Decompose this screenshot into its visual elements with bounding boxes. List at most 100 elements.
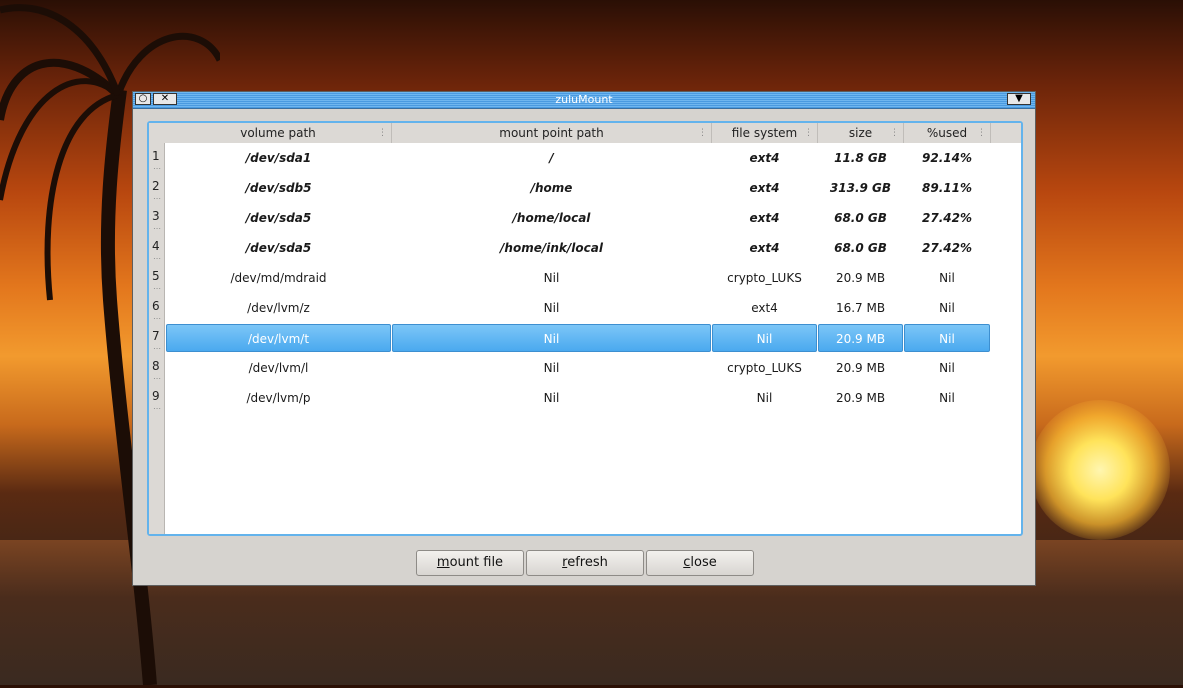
cell-volume[interactable]: /dev/lvm/p [166, 383, 391, 413]
cell-used[interactable]: 27.42% [904, 203, 990, 233]
title-bar[interactable]: zuluMount ○ ✕ ▼ [133, 92, 1035, 109]
column-header-label: size [848, 126, 873, 140]
row-resize-grip[interactable]: ⋯ [153, 344, 161, 353]
row-header[interactable]: 1 ⋯ [149, 143, 165, 173]
row-header[interactable]: 7 ⋯ [149, 323, 165, 353]
row-header[interactable]: 3 ⋯ [149, 203, 165, 233]
window-title: zuluMount [555, 93, 613, 106]
row-header[interactable]: 5 ⋯ [149, 263, 165, 293]
row-resize-grip[interactable]: ⋯ [153, 404, 161, 413]
cell-size[interactable]: 20.9 MB [818, 383, 903, 413]
row-number: 1 [152, 149, 160, 163]
row-header[interactable]: 9 ⋯ [149, 383, 165, 413]
table-corner [149, 123, 165, 143]
row-number: 8 [152, 359, 160, 373]
row-number: 5 [152, 269, 160, 283]
row-number: 3 [152, 209, 160, 223]
cell-mount[interactable]: /home/ink/local [392, 233, 711, 263]
row-resize-grip[interactable]: ⋯ [153, 194, 161, 203]
cell-used[interactable]: 27.42% [904, 233, 990, 263]
cell-size[interactable]: 11.8 GB [818, 143, 903, 173]
cell-size[interactable]: 16.7 MB [818, 293, 903, 323]
refresh-button[interactable]: refresh [526, 550, 644, 576]
row-header[interactable]: 8 ⋯ [149, 353, 165, 383]
mount-file-button[interactable]: mount file [416, 550, 524, 576]
cell-used[interactable]: 89.11% [904, 173, 990, 203]
chevron-down-icon[interactable]: ▼ [1007, 93, 1031, 105]
column-header-mount-point-path[interactable]: mount point path ⋮ [392, 123, 712, 143]
button-label: ount file [449, 555, 504, 570]
button-label: efresh [567, 555, 608, 570]
cell-volume[interactable]: /dev/lvm/t [166, 324, 391, 352]
cell-volume[interactable]: /dev/lvm/l [166, 353, 391, 383]
cell-volume[interactable]: /dev/md/mdraid [166, 263, 391, 293]
row-resize-grip[interactable]: ⋯ [153, 314, 161, 323]
row-header[interactable]: 6 ⋯ [149, 293, 165, 323]
cell-volume[interactable]: /dev/lvm/z [166, 293, 391, 323]
column-header-size[interactable]: size ⋮ [818, 123, 904, 143]
cell-volume[interactable]: /dev/sda5 [166, 233, 391, 263]
row-number: 4 [152, 239, 160, 253]
zulumount-window: zuluMount ○ ✕ ▼ volume path ⋮ mount point… [132, 91, 1036, 586]
row-resize-grip[interactable]: ⋯ [153, 284, 161, 293]
column-header-label: file system [731, 126, 798, 140]
cell-fs[interactable]: ext4 [712, 173, 817, 203]
cell-mount[interactable]: Nil [392, 263, 711, 293]
cell-fs[interactable]: Nil [712, 324, 817, 352]
row-resize-grip[interactable]: ⋯ [153, 374, 161, 383]
cell-mount[interactable]: /home [392, 173, 711, 203]
cell-mount[interactable]: Nil [392, 293, 711, 323]
column-header-label: mount point path [499, 126, 604, 140]
volumes-table[interactable]: volume path ⋮ mount point path ⋮ file syst… [147, 121, 1023, 536]
cell-size[interactable]: 20.9 MB [818, 324, 903, 352]
row-resize-grip[interactable]: ⋯ [153, 164, 161, 173]
cell-used[interactable]: Nil [904, 353, 990, 383]
row-resize-grip[interactable]: ⋯ [153, 254, 161, 263]
cell-size[interactable]: 313.9 GB [818, 173, 903, 203]
row-number: 7 [152, 329, 160, 343]
cell-used[interactable]: Nil [904, 263, 990, 293]
cell-used[interactable]: Nil [904, 324, 990, 352]
cell-used[interactable]: 92.14% [904, 143, 990, 173]
cell-mount[interactable]: Nil [392, 324, 711, 352]
column-header-file-system[interactable]: file system ⋮ [712, 123, 818, 143]
button-label: lose [690, 555, 717, 570]
cell-volume[interactable]: /dev/sdb5 [166, 173, 391, 203]
column-header-label: %used [926, 126, 968, 140]
mnemonic-letter: m [436, 555, 450, 570]
column-header-percent-used[interactable]: %used ⋮ [904, 123, 991, 143]
cell-volume[interactable]: /dev/sda1 [166, 143, 391, 173]
cell-fs[interactable]: ext4 [712, 233, 817, 263]
row-header[interactable]: 2 ⋯ [149, 173, 165, 203]
cell-fs[interactable]: crypto_LUKS [712, 353, 817, 383]
cell-mount[interactable]: Nil [392, 353, 711, 383]
cell-fs[interactable]: ext4 [712, 203, 817, 233]
row-header[interactable]: 4 ⋯ [149, 233, 165, 263]
cell-fs[interactable]: ext4 [712, 143, 817, 173]
close-icon[interactable]: ✕ [153, 93, 177, 105]
column-header-filler [991, 123, 1021, 143]
cell-fs[interactable]: ext4 [712, 293, 817, 323]
row-number: 6 [152, 299, 160, 313]
row-number: 9 [152, 389, 160, 403]
cell-used[interactable]: Nil [904, 293, 990, 323]
cell-size[interactable]: 20.9 MB [818, 263, 903, 293]
row-resize-grip[interactable]: ⋯ [153, 224, 161, 233]
column-header-label: volume path [240, 126, 316, 140]
column-header-volume-path[interactable]: volume path ⋮ [165, 123, 392, 143]
circle-icon[interactable]: ○ [135, 93, 151, 105]
cell-mount[interactable]: /home/local [392, 203, 711, 233]
cell-mount[interactable]: Nil [392, 383, 711, 413]
cell-size[interactable]: 20.9 MB [818, 353, 903, 383]
close-button[interactable]: close [646, 550, 754, 576]
cell-fs[interactable]: crypto_LUKS [712, 263, 817, 293]
cell-size[interactable]: 68.0 GB [818, 203, 903, 233]
cell-fs[interactable]: Nil [712, 383, 817, 413]
cell-size[interactable]: 68.0 GB [818, 233, 903, 263]
cell-used[interactable]: Nil [904, 383, 990, 413]
cell-volume[interactable]: /dev/sda5 [166, 203, 391, 233]
row-header-filler [149, 413, 165, 534]
row-number: 2 [152, 179, 160, 193]
cell-mount[interactable]: / [392, 143, 711, 173]
wallpaper-sun [1030, 400, 1170, 540]
